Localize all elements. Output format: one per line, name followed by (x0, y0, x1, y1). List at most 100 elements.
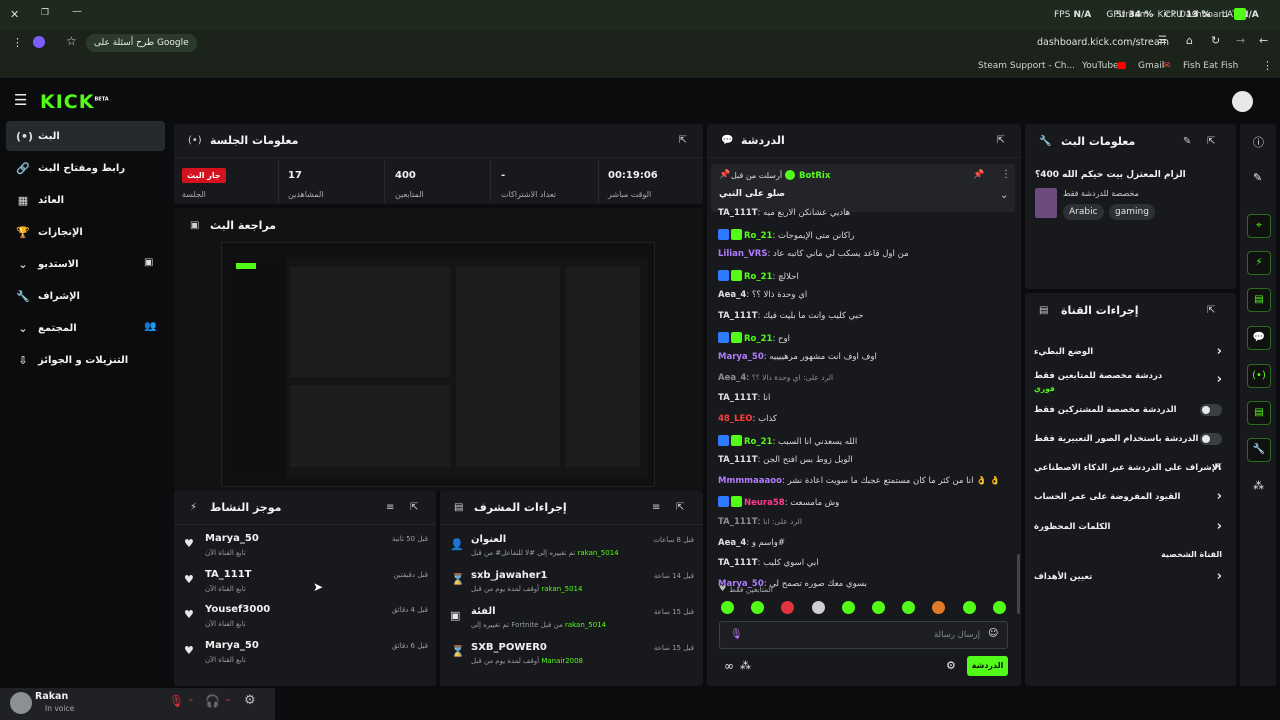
channel-icon[interactable]: ▤ (1247, 401, 1271, 425)
sidebar-item-live[interactable]: (•) البث (6, 121, 165, 151)
popout-icon[interactable]: ⇱ (1207, 305, 1215, 316)
chat-message[interactable]: Ro_21: احلالچ (718, 269, 1014, 288)
activity-row[interactable]: ♥ Yousef3000 تابع القناة الآن قبل 4 دقائ… (180, 602, 430, 636)
chat-username[interactable]: TA_111T (718, 311, 758, 321)
popout-icon[interactable]: ⇱ (997, 135, 1005, 146)
action-followers-only[interactable]: دردشة مخصصة للمتابعين فقط فوري › (1034, 369, 1226, 397)
menu-dots-icon[interactable]: ⋮ (1262, 59, 1273, 72)
action-emotes-only[interactable]: الدردشة باستخدام الصور التعبيرية فقط (1034, 428, 1226, 452)
chat-username[interactable]: TA_111T (718, 517, 758, 527)
chevron-down-icon[interactable]: ⌄ (224, 694, 232, 704)
menu-dots-icon[interactable]: ⋮ (1001, 169, 1011, 180)
community-icon[interactable]: ⁂ (740, 659, 751, 672)
chat-message[interactable]: Aea_4: واسم و# (718, 538, 1014, 556)
chat-message[interactable]: TA_111T: هاديي عشانكن الاربع ميه (718, 208, 1014, 226)
chat-message[interactable]: TA_111T: ابي اسوي كليب (718, 558, 1014, 576)
chat-message[interactable]: Mmmmaaaoo: انا من كثر ما كان مستمتع عجبك… (718, 476, 1014, 494)
chevron-down-icon[interactable]: ⌄ (187, 694, 195, 704)
chat-username[interactable]: Aea_4 (718, 373, 746, 383)
chat-message[interactable]: Ro_21: راكانن متى الإيموجات (718, 228, 1014, 247)
bookmark-youtube[interactable]: YouTube (1082, 61, 1119, 71)
chat-message[interactable]: TA_111T: حبي كليب وانت ما بليت فيك (718, 311, 1014, 329)
chat-message[interactable]: 48_LEO: كذاب (718, 414, 1014, 432)
chat-message[interactable]: Lilian_VRS: من اول قاعد يسكب لي ماني كات… (718, 249, 1014, 267)
profile-avatar[interactable] (33, 36, 45, 48)
bookmark-gmail[interactable]: Gmail (1138, 61, 1164, 71)
chat-input[interactable]: 🎙 إرسال رسالة ☺ (719, 621, 1008, 649)
wrench-icon[interactable]: 🔧 (1247, 438, 1271, 462)
action-ai-moderation[interactable]: الإشراف على الدردشة عبر الذكاء الاصطناعي… (1034, 457, 1226, 481)
google-search-chip[interactable]: طرح أسئلة على Google (86, 34, 197, 52)
settings-icon[interactable]: ⚙ (244, 693, 256, 708)
edit-icon[interactable]: ✎ (1253, 171, 1262, 184)
chat-message[interactable]: Ro_21: اوح (718, 331, 1014, 350)
chat-username[interactable]: TA_111T (718, 558, 758, 568)
emoji-icon[interactable]: ☺ (988, 628, 998, 639)
hamburger-icon[interactable]: ☰ (14, 91, 27, 109)
mod-action-row[interactable]: ▣ الفئة تم تغييره إلى Fortnite من قبل ra… (446, 604, 696, 638)
chat-message[interactable]: Marya_50: اوف اوف انت مشهور مرهييييه (718, 352, 1014, 370)
action-account-age[interactable]: القيود المفروضة على عمر الحساب › (1034, 486, 1226, 510)
emote-icon[interactable] (962, 601, 976, 614)
popout-icon[interactable]: ⇱ (1207, 136, 1215, 147)
popout-icon[interactable]: ⇱ (676, 502, 684, 513)
home-icon[interactable]: ⌂ (1186, 34, 1193, 47)
kick-logo[interactable]: KICKBETA (40, 91, 109, 113)
menu-dots-icon[interactable]: ⋮ (12, 36, 23, 49)
popout-icon[interactable]: ⇱ (410, 502, 418, 513)
forward-icon[interactable]: → (1236, 34, 1245, 47)
emote-icon[interactable] (811, 601, 825, 614)
popout-icon[interactable]: ⇱ (679, 135, 687, 146)
bookmark-steam[interactable]: Steam Support - Ch... (978, 61, 1075, 71)
chat-username[interactable]: Mmmmaaaoo (718, 476, 782, 486)
mod-action-row[interactable]: 👤 العنوان تم تغييره إلى #لا للتفاعل# من … (446, 532, 696, 566)
document-icon[interactable]: ▤ (1247, 288, 1271, 312)
mic-icon[interactable]: 🎙 (730, 629, 743, 640)
sidebar-item-drops[interactable]: ⇩ التنزيلات و الجوائز (6, 345, 165, 375)
mod-action-row[interactable]: ⌛ sxb_jawaher1 أوقف لمدة يوم من قبل raka… (446, 568, 696, 602)
emotes-only-toggle[interactable] (1200, 433, 1222, 445)
emote-icon[interactable] (992, 601, 1006, 614)
chat-message[interactable]: Aea_4: اي وحدة ذالا ؟؟ (718, 290, 1014, 308)
chat-message[interactable]: Aea_4: الرد على: اي وحدة ذالا ؟؟ (718, 373, 1014, 391)
action-banned-words[interactable]: الكلمات المحظورة › (1034, 516, 1226, 540)
community-icon[interactable]: ⁂ (1253, 479, 1264, 492)
send-chat-button[interactable]: الدردشة (967, 656, 1008, 676)
chevron-down-icon[interactable]: ⌄ (1000, 190, 1008, 201)
chat-username[interactable]: TA_111T (718, 208, 758, 218)
chat-message[interactable]: TA_111T: الويل زوط بس افتح الجن (718, 455, 1014, 473)
sidebar-item-revenue[interactable]: ▦ العائد (6, 185, 165, 215)
chat-message[interactable]: Ro_21: الله يسعدني انا السبب (718, 434, 1014, 453)
chat-username[interactable]: Marya_50 (718, 352, 764, 362)
chat-username[interactable]: 48_LEO (718, 414, 753, 424)
chat-username[interactable]: Ro_21 (744, 437, 772, 447)
action-slow-mode[interactable]: الوضع البطيء › (1034, 341, 1226, 365)
tune-icon[interactable]: ☰ (1158, 35, 1167, 46)
restore-icon[interactable]: ❐ (41, 8, 49, 18)
mod-action-row[interactable]: ⌛ SXB_POWER0 أوقف لمدة يوم من قبل Manair… (446, 640, 696, 674)
chat-bubble-icon[interactable]: 💬 (1247, 326, 1271, 350)
chat-username[interactable]: Lilian_VRS (718, 249, 767, 259)
live-icon[interactable]: (•) (1247, 364, 1271, 388)
filter-icon[interactable]: ≡ (386, 502, 394, 513)
stream-preview-video[interactable] (221, 242, 655, 487)
emote-icon[interactable] (841, 601, 855, 614)
mic-muted-icon[interactable]: 🎙 (169, 694, 184, 708)
focus-icon[interactable]: ⌖ (1247, 214, 1271, 238)
bookmark-fish[interactable]: Fish Eat Fish (1183, 61, 1238, 71)
pinned-user[interactable]: BotRix (799, 171, 830, 181)
emote-icon[interactable] (721, 601, 734, 614)
filter-icon[interactable]: ≡ (652, 502, 660, 513)
chat-username[interactable]: Ro_21 (744, 272, 772, 282)
subscribers-only-toggle[interactable] (1200, 404, 1222, 416)
back-icon[interactable]: ← (1259, 34, 1268, 47)
activity-row[interactable]: ♥ TA_111T تابع القناة الآن قبل دقيقتين (180, 567, 430, 601)
action-subscribers-only[interactable]: الدردشة مخصصة للمشتركين فقط (1034, 399, 1226, 423)
activity-row[interactable]: ♥ Marya_50 تابع القناة الآن قبل 6 دقائق (180, 638, 430, 672)
tag-chip[interactable]: Arabic (1063, 204, 1104, 220)
settings-icon[interactable]: ⚙ (946, 659, 956, 672)
sidebar-item-stream-key[interactable]: 🔗 رابط ومفتاح البث (6, 153, 165, 183)
close-icon[interactable]: ✕ (10, 8, 19, 21)
chat-username[interactable]: Aea_4 (718, 538, 746, 548)
chat-username[interactable]: Ro_21 (744, 231, 772, 241)
